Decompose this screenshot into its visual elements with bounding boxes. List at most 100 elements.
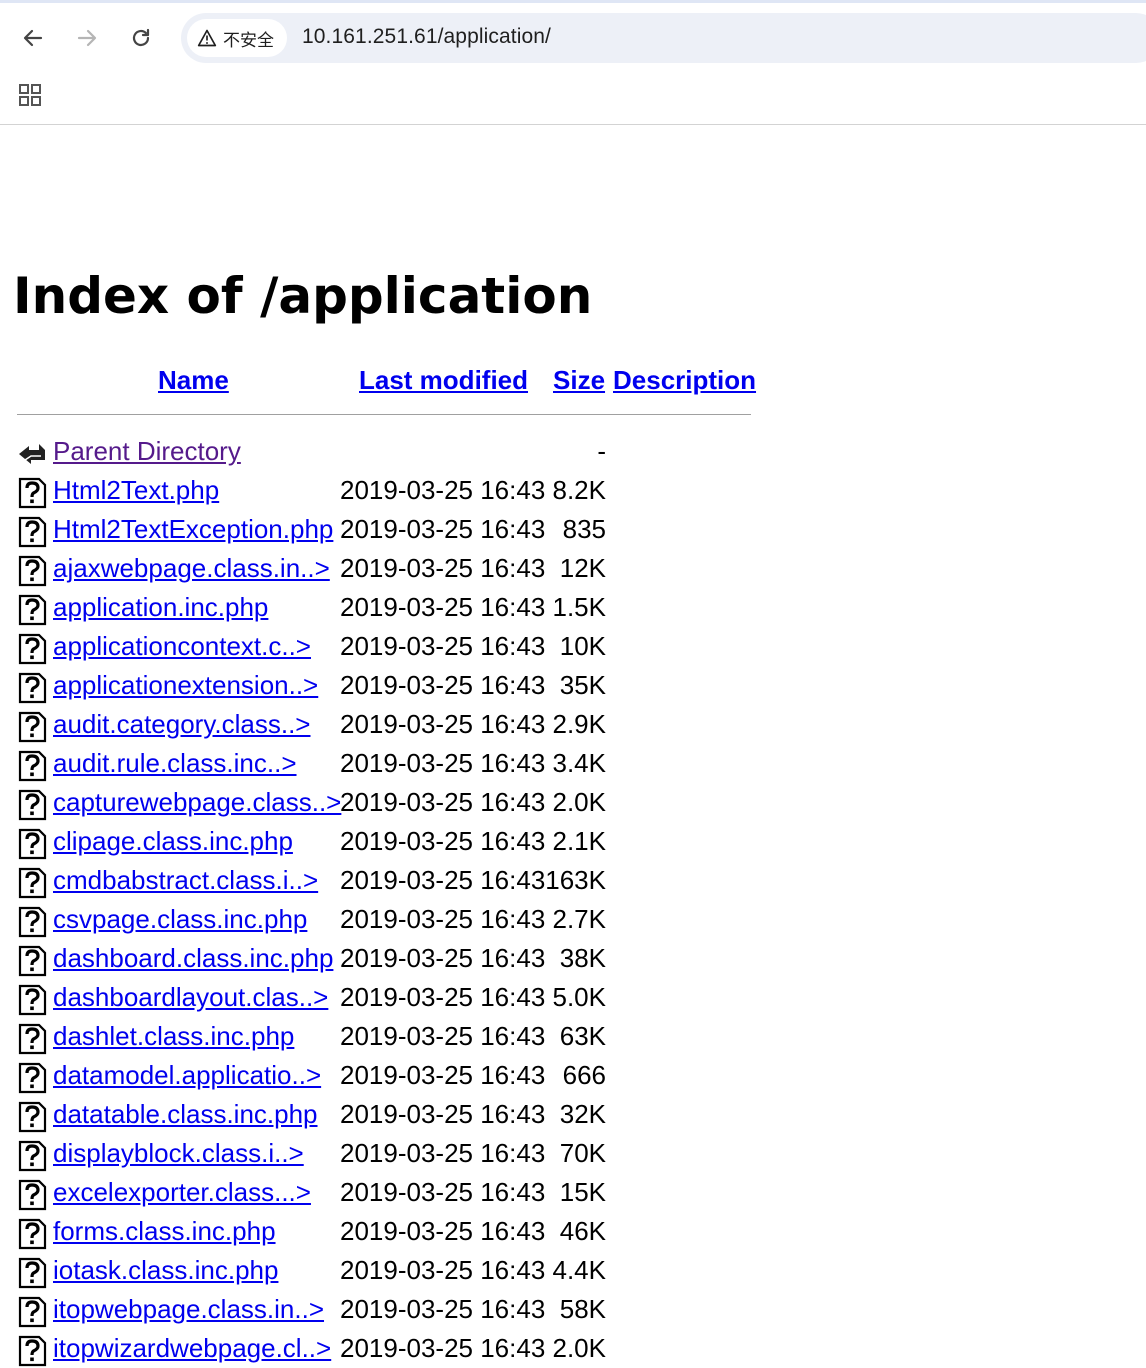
file-modified: 2019-03-25 16:43: [340, 1255, 546, 1285]
file-size: 8.2K: [552, 475, 607, 505]
url-text[interactable]: 10.161.251.61/application/: [302, 25, 551, 49]
file-size: 2.7K: [552, 904, 607, 934]
file-link[interactable]: clipage.class.inc.php: [53, 825, 293, 857]
unknown-file-icon: [17, 1218, 47, 1250]
file-link[interactable]: audit.category.class..>: [53, 708, 311, 740]
file-size: 2.1K: [552, 826, 607, 856]
file-modified: 2019-03-25 16:43: [340, 787, 546, 817]
file-link[interactable]: excelexporter.class...>: [53, 1176, 311, 1208]
arrow-left-icon: [23, 29, 43, 47]
unknown-file-icon: [17, 1296, 47, 1328]
file-size: 5.0K: [552, 982, 607, 1012]
file-link[interactable]: itopwizardwebpage.cl..>: [53, 1332, 331, 1364]
file-size: 3.4K: [552, 748, 607, 778]
file-link[interactable]: Html2TextException.php: [53, 513, 333, 545]
unknown-file-icon: [17, 1023, 47, 1055]
apps-button[interactable]: [14, 79, 46, 111]
file-modified: 2019-03-25 16:43: [340, 1294, 546, 1324]
file-row: itopwizardwebpage.cl..> 2019-03-25 16:43 2…: [0, 1332, 760, 1368]
file-link[interactable]: dashboardlayout.clas..>: [53, 981, 328, 1013]
unknown-file-icon: [17, 867, 47, 899]
file-modified: 2019-03-25 16:43: [340, 1177, 546, 1207]
file-row: datamodel.applicatio..> 2019-03-25 16:43 6…: [0, 1059, 760, 1095]
file-modified: 2019-03-25 16:43: [340, 748, 546, 778]
back-folder-icon: [17, 438, 47, 470]
unknown-file-icon: [17, 1335, 47, 1367]
file-size: 666: [562, 1060, 606, 1090]
file-link[interactable]: iotask.class.inc.php: [53, 1254, 278, 1286]
unknown-file-icon: [17, 477, 47, 509]
file-size: 35K: [559, 670, 606, 700]
forward-button[interactable]: [69, 20, 105, 56]
file-size: 70K: [559, 1138, 606, 1168]
file-row: csvpage.class.inc.php 2019-03-25 16:43 2.7…: [0, 903, 760, 939]
file-row: dashboardlayout.clas..> 2019-03-25 16:43 5…: [0, 981, 760, 1017]
address-bar[interactable]: 不安全 10.161.251.61/application/: [181, 13, 1146, 63]
browser-toolbar: 不安全 10.161.251.61/application/: [0, 0, 1146, 125]
file-size: 63K: [559, 1021, 606, 1051]
file-link[interactable]: applicationextension..>: [53, 669, 318, 701]
column-header-size[interactable]: Size: [553, 365, 605, 395]
unknown-file-icon: [17, 1179, 47, 1211]
file-size: 15K: [559, 1177, 606, 1207]
file-row: audit.rule.class.inc..> 2019-03-25 16:43 3…: [0, 747, 760, 783]
file-link[interactable]: displayblock.class.i..>: [53, 1137, 304, 1169]
unknown-file-icon: [17, 828, 47, 860]
file-row: dashlet.class.inc.php 2019-03-25 16:43 63K: [0, 1020, 760, 1056]
file-modified: 2019-03-25 16:43: [340, 1099, 546, 1129]
back-button[interactable]: [15, 20, 51, 56]
file-modified: 2019-03-25 16:43: [340, 982, 546, 1012]
file-modified: 2019-03-25 16:43: [340, 553, 546, 583]
unknown-file-icon: [17, 633, 47, 665]
column-header-last-modified[interactable]: Last modified: [359, 365, 528, 395]
file-link[interactable]: Html2Text.php: [53, 474, 219, 506]
file-link[interactable]: itopwebpage.class.in..>: [53, 1293, 324, 1325]
file-link[interactable]: audit.rule.class.inc..>: [53, 747, 297, 779]
unknown-file-icon: [17, 1062, 47, 1094]
file-row: dashboard.class.inc.php 2019-03-25 16:43 3…: [0, 942, 760, 978]
file-link[interactable]: capturewebpage.class..>: [53, 786, 341, 818]
file-size: 12K: [559, 553, 606, 583]
file-row: iotask.class.inc.php 2019-03-25 16:43 4.4K: [0, 1254, 760, 1290]
file-modified: 2019-03-25 16:43: [340, 904, 546, 934]
file-link[interactable]: forms.class.inc.php: [53, 1215, 276, 1247]
file-link[interactable]: ajaxwebpage.class.in..>: [53, 552, 330, 584]
security-indicator[interactable]: 不安全: [187, 19, 287, 57]
file-link[interactable]: csvpage.class.inc.php: [53, 903, 307, 935]
file-link[interactable]: datatable.class.inc.php: [53, 1098, 318, 1130]
file-size: 32K: [559, 1099, 606, 1129]
reload-button[interactable]: [123, 20, 159, 56]
security-label: 不安全: [223, 30, 274, 50]
file-size: -: [597, 436, 606, 466]
file-size: 46K: [559, 1216, 606, 1246]
file-modified: 2019-03-25 16:43: [340, 1216, 546, 1246]
file-modified: 2019-03-25 16:43: [340, 514, 546, 544]
file-size: 1.5K: [552, 592, 607, 622]
file-modified: 2019-03-25 16:43: [340, 1333, 546, 1363]
file-row: ajaxwebpage.class.in..> 2019-03-25 16:43 1…: [0, 552, 760, 588]
file-modified: 2019-03-25 16:43: [340, 1021, 546, 1051]
file-link[interactable]: dashlet.class.inc.php: [53, 1020, 294, 1052]
unknown-file-icon: [17, 1140, 47, 1172]
column-header-description[interactable]: Description: [613, 365, 756, 395]
file-size: 2.0K: [552, 787, 607, 817]
file-modified: 2019-03-25 16:43: [340, 592, 546, 622]
file-link[interactable]: datamodel.applicatio..>: [53, 1059, 321, 1091]
file-row: audit.category.class..> 2019-03-25 16:43 2…: [0, 708, 760, 744]
page-title: Index of /application: [13, 267, 593, 325]
file-row: excelexporter.class...> 2019-03-25 16:43 1…: [0, 1176, 760, 1212]
file-modified: 2019-03-25 16:43: [340, 1138, 546, 1168]
file-size: 58K: [559, 1294, 606, 1324]
file-link[interactable]: application.inc.php: [53, 591, 268, 623]
file-link[interactable]: applicationcontext.c..>: [53, 630, 311, 662]
file-size: 4.4K: [552, 1255, 607, 1285]
unknown-file-icon: [17, 594, 47, 626]
unknown-file-icon: [17, 516, 47, 548]
column-header-name[interactable]: Name: [158, 365, 229, 395]
apps-grid-icon: [19, 84, 41, 106]
file-link[interactable]: cmdbabstract.class.i..>: [53, 864, 318, 896]
file-size: 10K: [559, 631, 606, 661]
file-link[interactable]: dashboard.class.inc.php: [53, 942, 333, 974]
parent-directory-link[interactable]: Parent Directory: [53, 435, 241, 467]
file-modified: 2019-03-25 16:43: [340, 943, 546, 973]
